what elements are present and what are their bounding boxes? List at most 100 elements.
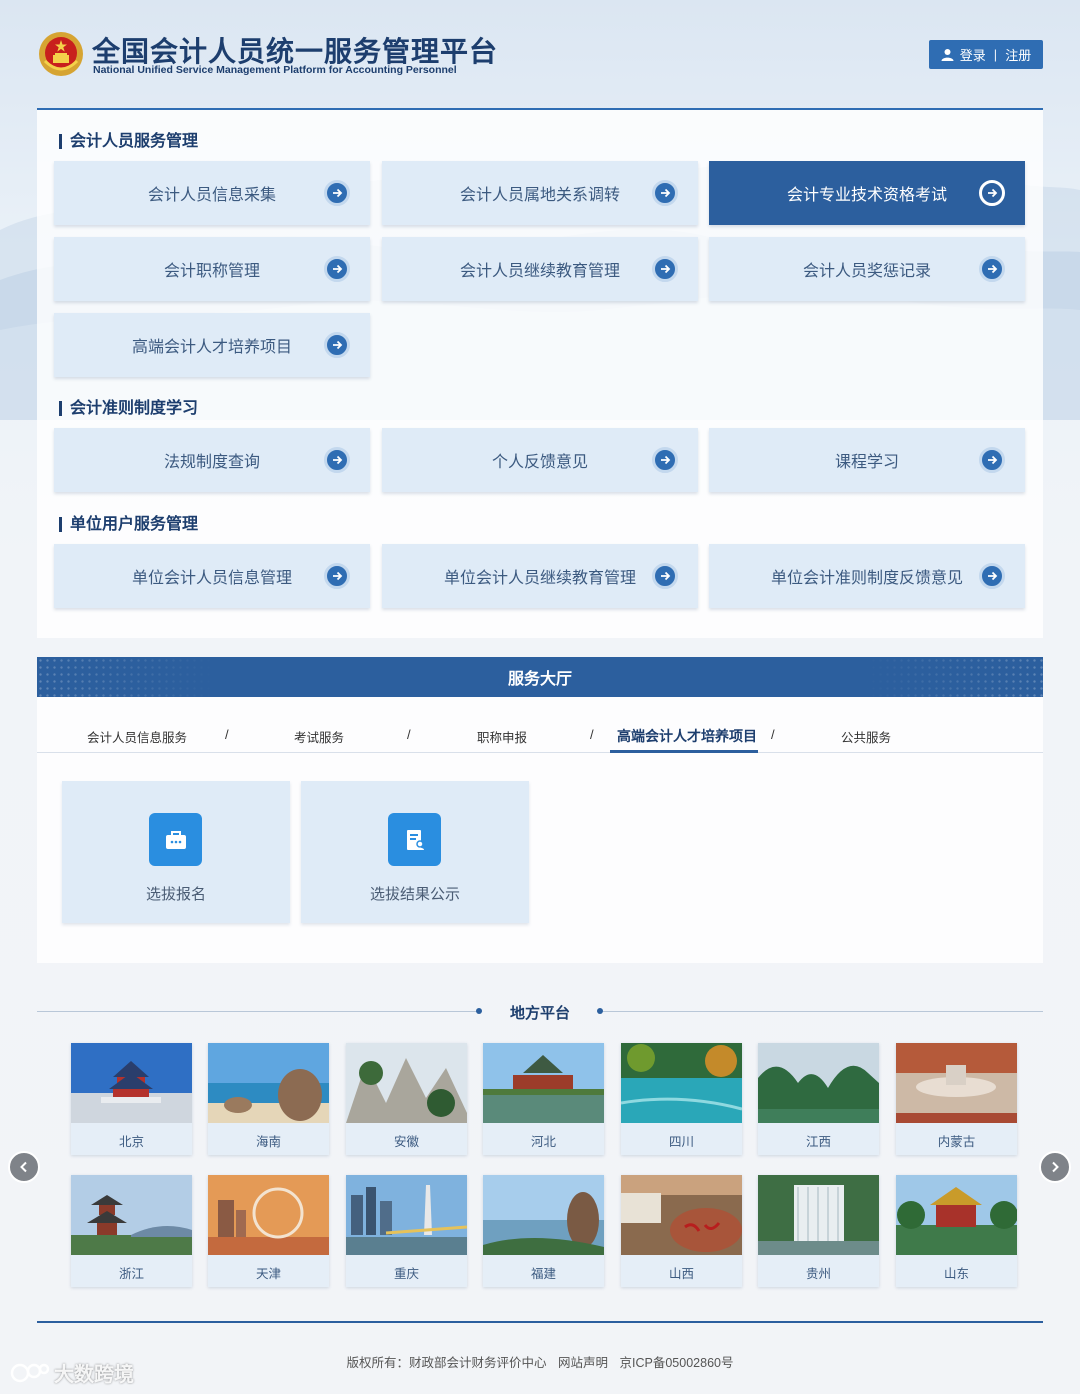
card-label: 选拔报名 [145,886,206,903]
tile-label: 个人反馈意见 [491,454,588,471]
city-name: 山西 [668,1267,694,1281]
arrow-right-icon [979,447,1005,473]
footer-divider [37,1321,1043,1323]
section-title: 会计准则制度学习 [59,401,198,417]
tile-label: 单位会计准则制度反馈意见 [770,570,963,587]
section-title: 会计人员服务管理 [59,134,198,150]
site-header: 全国会计人员统一服务管理平台 National Unified Service … [0,0,1080,100]
tab-talent-program[interactable]: 高端会计人才培养项目 [617,726,757,746]
arrow-right-icon [324,256,350,282]
city-card-hebei[interactable]: 河北 [483,1043,604,1155]
tab-exam-service[interactable]: 考试服务 [294,727,344,746]
city-card-chongqing[interactable]: 重庆 [346,1175,467,1287]
city-name: 福建 [530,1267,556,1281]
city-card-inner-mongolia[interactable]: 内蒙古 [896,1043,1017,1155]
city-card-fujian[interactable]: 福建 [483,1175,604,1287]
services-panel: 会计人员服务管理 会计人员信息采集 会计人员属地关系调转 会计专业技术资格考试 … [37,108,1043,638]
local-platform-title: 地方平台 [509,1005,570,1022]
divider-line [37,1011,477,1012]
pavilion-garden-image [896,1175,1017,1255]
tile-qualification-exam[interactable]: 会计专业技术资格考试 [709,161,1025,225]
tab-title-application[interactable]: 职称申报 [477,727,527,746]
user-icon [941,49,954,61]
tile-info-collection[interactable]: 会计人员信息采集 [54,161,370,225]
city-name: 江西 [805,1135,831,1149]
service-hall-tabs: 会计人员信息服务 / 考试服务 / 职称申报 / 高端会计人才培养项目 / 公共… [37,717,1043,753]
city-card-hainan[interactable]: 海南 [208,1043,329,1155]
card-label: 选拔结果公示 [369,886,460,903]
watermark-text: 大数跨境 [54,1364,134,1386]
city-card-tianjin[interactable]: 天津 [208,1175,329,1287]
city-name: 海南 [255,1135,281,1149]
icp-number-link[interactable]: 京ICP备05002860号 [620,1356,734,1370]
city-card-zhejiang[interactable]: 浙江 [71,1175,192,1287]
login-link[interactable]: 登录 [960,45,986,64]
tab-separator: / [590,727,594,742]
city-name: 重庆 [393,1267,419,1281]
hukou-waterfall-image [621,1175,742,1255]
city-name: 内蒙古 [937,1135,976,1149]
city-card-beijing[interactable]: 北京 [71,1043,192,1155]
tab-separator: / [225,727,229,742]
arrow-right-icon [652,180,678,206]
divider-line [603,1011,1043,1012]
tile-label: 会计人员信息采集 [147,187,276,204]
tile-rewards-records[interactable]: 会计人员奖惩记录 [709,237,1025,301]
city-card-jiangxi[interactable]: 江西 [758,1043,879,1155]
tile-label: 单位会计人员信息管理 [131,570,292,587]
arrow-right-icon [979,563,1005,589]
briefcase-icon [149,813,202,866]
arrow-right-icon [324,563,350,589]
city-name: 河北 [530,1135,556,1149]
login-register-button[interactable]: 登录 | 注册 [929,40,1043,69]
tile-label: 单位会计人员继续教育管理 [443,570,636,587]
tile-label: 法规制度查询 [163,454,260,471]
city-card-guizhou[interactable]: 贵州 [758,1175,879,1287]
arrow-right-icon [979,256,1005,282]
pavilion-lake-image [483,1043,604,1123]
tile-regulation-query[interactable]: 法规制度查询 [54,428,370,492]
green-mountain-image [758,1043,879,1123]
copyright-text: 版权所有：财政部会计财务评价中心 [346,1356,547,1370]
card-selection-signup[interactable]: 选拔报名 [62,781,290,923]
tile-talent-program[interactable]: 高端会计人才培养项目 [54,313,370,377]
local-platform-header: 地方平台 [37,1000,1043,1024]
tab-separator: / [771,727,775,742]
site-statement-link[interactable]: 网站声明 [558,1356,608,1370]
beach-rock-image [208,1043,329,1123]
mongolia-plaza-image [896,1043,1017,1123]
city-card-sichuan[interactable]: 四川 [621,1043,742,1155]
register-link[interactable]: 注册 [1005,45,1031,64]
city-name: 贵州 [805,1267,831,1281]
tab-public-service[interactable]: 公共服务 [841,727,891,746]
city-card-shandong[interactable]: 山东 [896,1175,1017,1287]
section-title: 单位用户服务管理 [59,517,198,533]
tile-label: 会计人员奖惩记录 [802,263,931,280]
jiuzhaigou-lake-image [621,1043,742,1123]
tile-title-management[interactable]: 会计职称管理 [54,237,370,301]
carousel-next-button[interactable] [1039,1151,1071,1183]
dot-pattern [37,657,217,697]
chevron-right-icon [1052,1161,1059,1173]
watermark: 大数跨境 [10,1358,134,1387]
tile-territorial-transfer[interactable]: 会计人员属地关系调转 [382,161,698,225]
carousel-prev-button[interactable] [8,1151,40,1183]
tile-unit-info-management[interactable]: 单位会计人员信息管理 [54,544,370,608]
arrow-right-icon [324,447,350,473]
arrow-right-icon [652,256,678,282]
city-name: 天津 [255,1267,281,1281]
waterfall-image [758,1175,879,1255]
card-selection-results[interactable]: 选拔结果公示 [301,781,529,923]
service-hall-header: 服务大厅 [37,657,1043,697]
city-card-shanxi[interactable]: 山西 [621,1175,742,1287]
tile-label: 会计专业技术资格考试 [786,187,947,204]
city-card-anhui[interactable]: 安徽 [346,1043,467,1155]
tile-course-learning[interactable]: 课程学习 [709,428,1025,492]
tile-personal-feedback[interactable]: 个人反馈意见 [382,428,698,492]
tile-continuing-education[interactable]: 会计人员继续教育管理 [382,237,698,301]
tile-unit-feedback[interactable]: 单位会计准则制度反馈意见 [709,544,1025,608]
bridge-skyline-image [346,1175,467,1255]
temple-of-heaven-image [71,1043,192,1123]
tile-unit-continuing-education[interactable]: 单位会计人员继续教育管理 [382,544,698,608]
tab-personnel-info[interactable]: 会计人员信息服务 [87,727,187,746]
